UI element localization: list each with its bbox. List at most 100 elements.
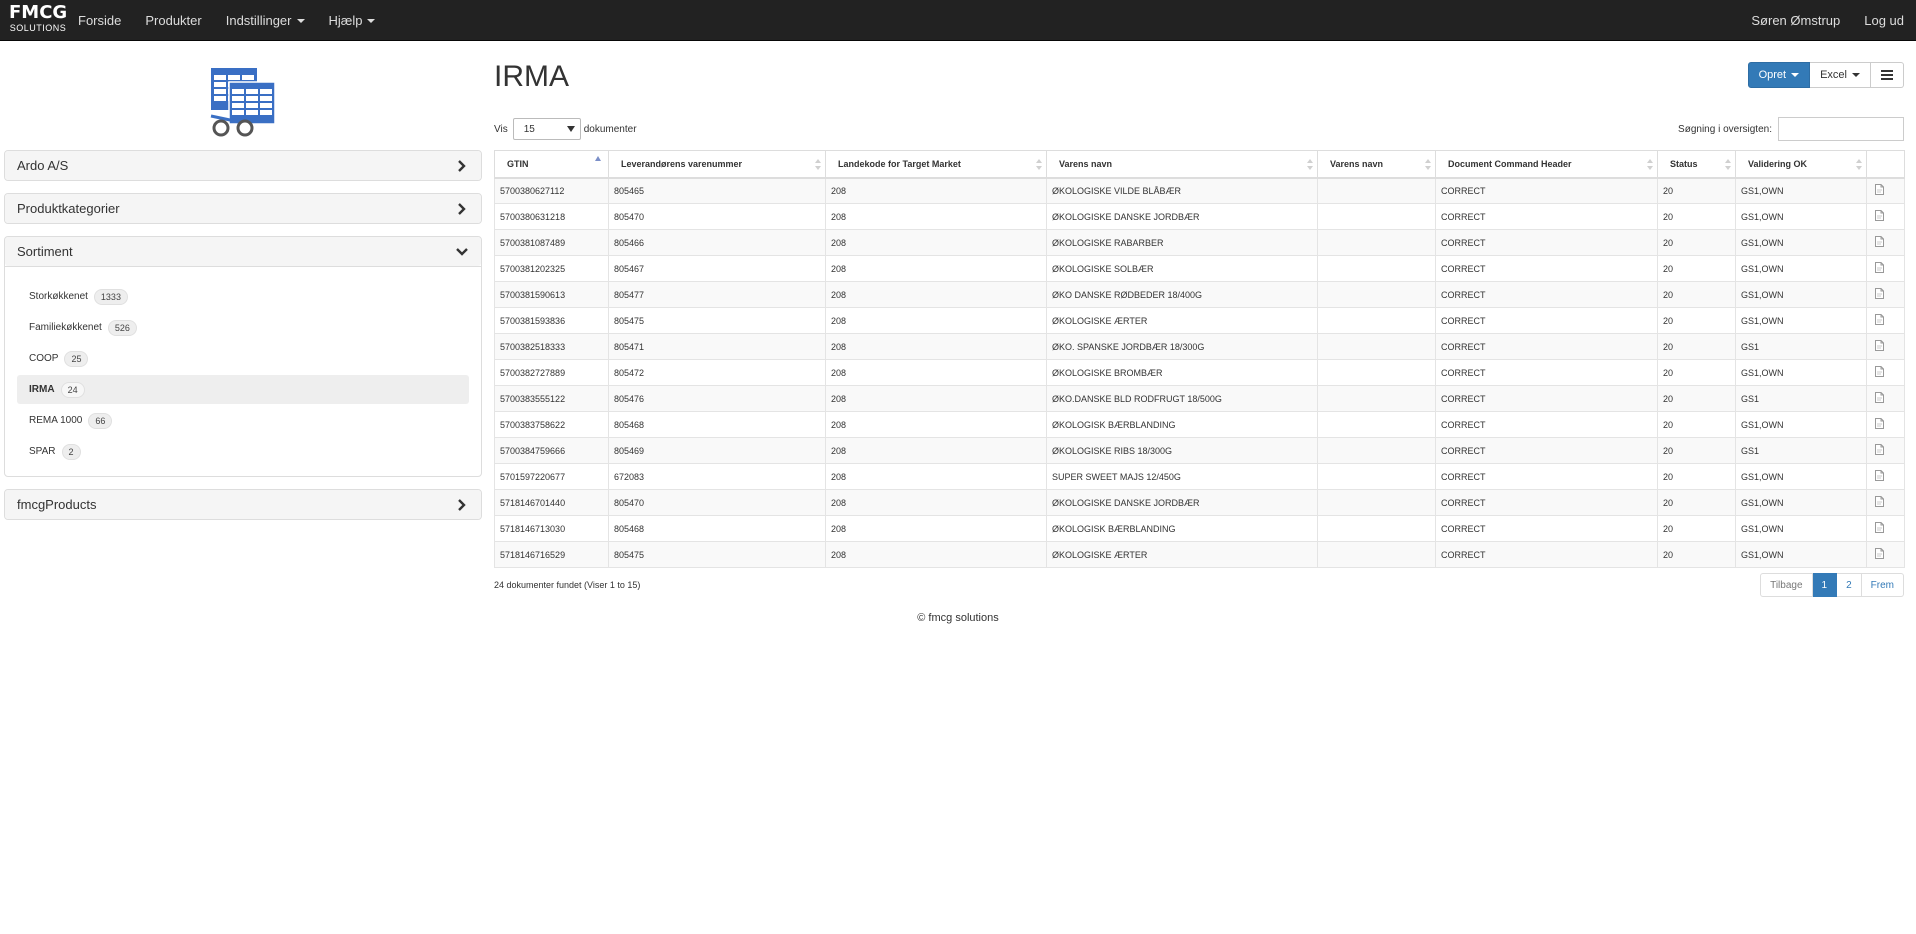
table-cell: 20 [1657, 437, 1736, 464]
pager-2[interactable]: 2 [1837, 573, 1862, 597]
sortiment-item[interactable]: SPAR 2 [17, 437, 469, 466]
select-arrow-icon [566, 126, 575, 132]
caret-down-icon [1791, 73, 1800, 77]
pdf-document-icon[interactable] [1875, 418, 1884, 429]
nav-item-hjælp[interactable]: Hjælp [317, 0, 388, 41]
pdf-document-icon[interactable] [1875, 522, 1884, 533]
table-cell: GS1,OWN [1735, 177, 1867, 204]
pdf-document-icon[interactable] [1875, 366, 1884, 377]
excel-button[interactable]: Excel [1810, 62, 1871, 88]
table-cell: 20 [1657, 281, 1736, 308]
column-header-label: Varens navn [1059, 158, 1113, 169]
table-cell: GS1,OWN [1735, 359, 1867, 386]
sortiment-item[interactable]: COOP 25 [17, 344, 469, 373]
table-cell: 208 [825, 359, 1047, 386]
pdf-document-icon[interactable] [1875, 288, 1884, 299]
table-cell: GS1,OWN [1735, 489, 1867, 516]
table-cell: 208 [825, 229, 1047, 256]
sortiment-item[interactable]: REMA 1000 66 [17, 406, 469, 435]
table-cell: CORRECT [1435, 229, 1658, 256]
column-header[interactable]: Validering OK [1735, 150, 1867, 179]
user-menu[interactable]: Søren Ømstrup [1739, 0, 1852, 41]
toolbar: Opret Excel [1747, 62, 1904, 88]
pager-1[interactable]: 1 [1812, 573, 1838, 597]
table-cell: GS1 [1735, 437, 1867, 464]
table-cell: 208 [825, 463, 1047, 490]
pdf-document-icon[interactable] [1875, 444, 1884, 455]
column-header[interactable]: Status [1657, 150, 1736, 179]
table-row: 5700381087489 805466 208 ØKOLOGISKE RABARBE… [494, 229, 1905, 256]
nav-item-label: Hjælp [328, 13, 363, 28]
nav-item-forside[interactable]: Forside [66, 0, 133, 41]
table-cell-action [1866, 229, 1905, 256]
search-label: Søgning i oversigten: [1678, 123, 1772, 135]
panel-heading-fmcgproducts[interactable]: fmcgProducts [5, 490, 481, 519]
pdf-document-icon[interactable] [1875, 314, 1884, 325]
pdf-document-icon[interactable] [1875, 392, 1884, 403]
table-cell: 208 [825, 255, 1047, 282]
pdf-document-icon[interactable] [1875, 340, 1884, 351]
table-cell-action [1866, 333, 1905, 360]
table-cell: CORRECT [1435, 203, 1658, 230]
column-header[interactable]: Landekode for Target Market [825, 150, 1047, 179]
sort-both-icon [1725, 159, 1731, 170]
table-cell-action [1866, 463, 1905, 490]
table-cell: 805472 [608, 359, 826, 386]
sortiment-item[interactable]: Storkøkkenet 1333 [17, 282, 469, 311]
column-header[interactable]: Varens navn [1317, 150, 1436, 179]
table-cell: 805476 [608, 385, 826, 412]
sortiment-item[interactable]: Familiekøkkenet 526 [17, 313, 469, 342]
panel-heading-produktkategorier[interactable]: Produktkategorier [5, 194, 481, 223]
column-header[interactable]: Varens navn [1046, 150, 1318, 179]
menu-button[interactable] [1871, 62, 1904, 88]
pdf-document-icon[interactable] [1875, 470, 1884, 481]
table-cell [1317, 177, 1436, 204]
logout-link[interactable]: Log ud [1852, 0, 1916, 41]
table-cell: 672083 [608, 463, 826, 490]
panel-heading-sortiment[interactable]: Sortiment [5, 237, 481, 266]
pdf-document-icon[interactable] [1875, 236, 1884, 247]
table-cell: 5700381087489 [494, 229, 609, 256]
nav-item-produkter[interactable]: Produkter [133, 0, 213, 41]
page-length-select[interactable]: 15 [512, 118, 581, 140]
pdf-document-icon[interactable] [1875, 210, 1884, 221]
column-header[interactable]: Leverandørens varenummer [608, 150, 826, 179]
create-button-label: Opret [1758, 69, 1787, 81]
brand-logo[interactable]: FMCG SOLUTIONS [9, 3, 67, 39]
sortiment-item[interactable]: IRMA 24 [17, 375, 469, 404]
search-input[interactable] [1778, 117, 1904, 141]
column-header[interactable]: GTIN [494, 150, 609, 179]
table-cell: 5718146713030 [494, 515, 609, 542]
pdf-document-icon[interactable] [1875, 262, 1884, 273]
pdf-document-icon[interactable] [1875, 184, 1884, 196]
table-cell: 20 [1657, 229, 1736, 256]
pager-tilbage[interactable]: Tilbage [1760, 573, 1813, 597]
catalog-trolley-icon [210, 68, 276, 137]
sort-both-icon [1036, 159, 1042, 170]
table-cell: 208 [825, 515, 1047, 542]
table-row: 5700381202325 805467 208 ØKOLOGISKE SOLBÆR C… [494, 255, 1905, 282]
table-cell: 5700384759666 [494, 437, 609, 464]
panel-title: Sortiment [17, 244, 73, 259]
pager-frem[interactable]: Frem [1861, 573, 1904, 597]
pdf-document-icon[interactable] [1875, 496, 1884, 507]
panel-heading-ardo[interactable]: Ardo A/S [5, 151, 481, 180]
table-cell: 805467 [608, 255, 826, 282]
nav-item-indstillinger[interactable]: Indstillinger [214, 0, 317, 41]
nav-item-label: Forside [78, 13, 122, 28]
table-cell: ØKOLOGISKE VILDE BLÅBÆR [1046, 177, 1318, 204]
table-cell: GS1,OWN [1735, 463, 1867, 490]
nav-right: Søren Ømstrup Log ud [1739, 0, 1916, 41]
sort-both-icon [1647, 159, 1653, 170]
pdf-document-icon[interactable] [1875, 548, 1884, 559]
panel-title: fmcgProducts [17, 497, 97, 512]
panel-title: Produktkategorier [17, 201, 120, 216]
table-cell: GS1,OWN [1735, 515, 1867, 542]
table-cell: 20 [1657, 333, 1736, 360]
create-button[interactable]: Opret [1747, 62, 1811, 88]
nav-left: Forside Produkter Indstillinger Hjælp [66, 0, 387, 41]
table-cell: 20 [1657, 385, 1736, 412]
table-cell: CORRECT [1435, 411, 1658, 438]
column-header[interactable]: Document Command Header [1435, 150, 1658, 179]
column-header-label: GTIN [507, 158, 529, 169]
